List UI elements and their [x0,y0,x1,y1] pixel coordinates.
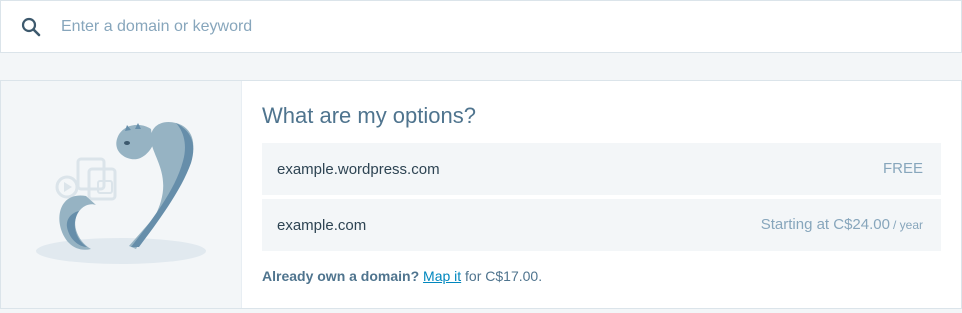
price-group: Starting at C$24.00/ year [761,216,923,234]
option-row-paid[interactable]: example.com Starting at C$24.00/ year [262,199,941,251]
map-domain-line: Already own a domain? Map it for C$17.00… [262,268,941,284]
domain-name: example.com [277,216,367,234]
options-panel: What are my options? example.wordpress.c… [242,81,961,308]
map-question: Already own a domain? [262,268,420,284]
price-label: Starting at C$24.00 [760,216,890,233]
domain-illustration [1,81,242,308]
options-title: What are my options? [262,103,476,128]
sea-serpent-illustration [36,121,206,264]
map-price: for C$17.00. [465,268,543,284]
search-icon[interactable] [1,1,61,52]
domain-name: example.wordpress.com [277,160,440,178]
price-group: FREE [883,160,923,178]
map-it-link[interactable]: Map it [423,268,461,284]
price-period: / year [892,218,923,232]
price-label: FREE [882,160,923,177]
domain-options-card: What are my options? example.wordpress.c… [0,80,962,309]
option-row-free[interactable]: example.wordpress.com FREE [262,143,941,195]
search-input[interactable] [61,11,921,42]
domain-search-bar [0,0,962,53]
